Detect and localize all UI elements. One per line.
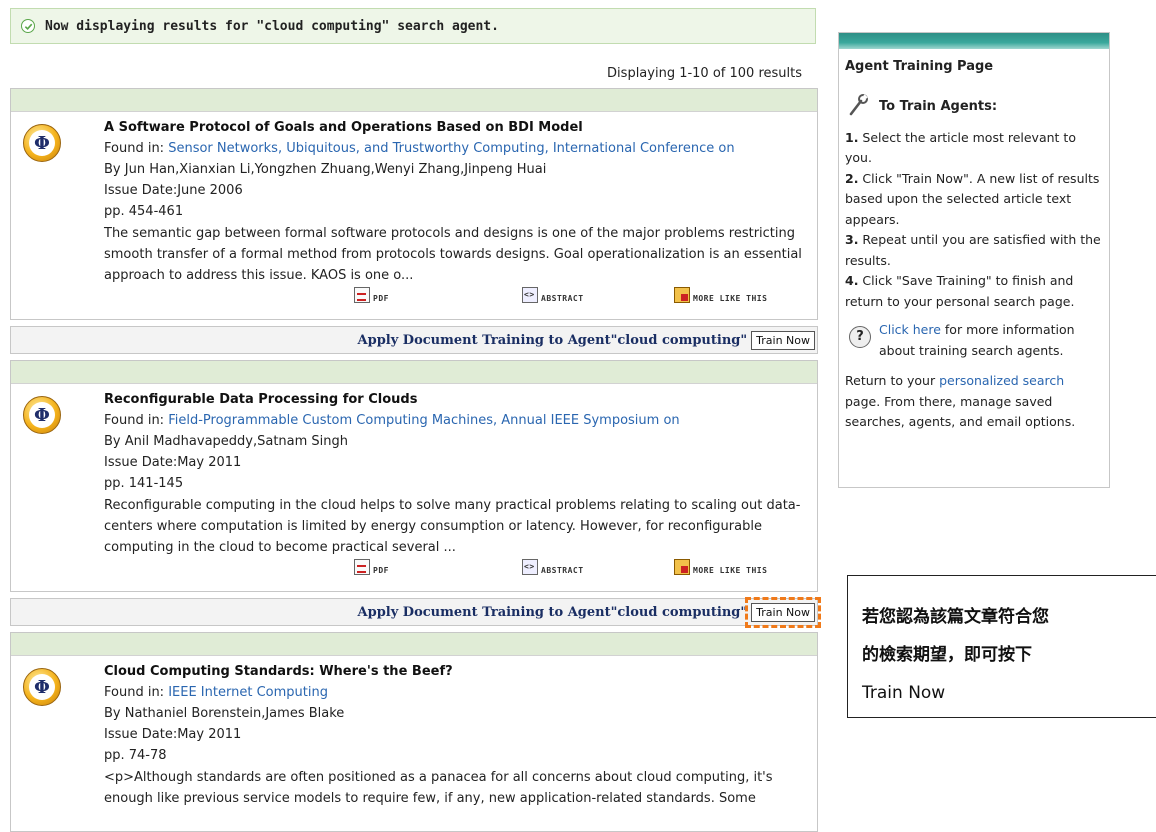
result-abstract: Reconfigurable computing in the cloud he… bbox=[104, 498, 801, 555]
more-like-this-button[interactable]: MORE LIKE THIS bbox=[674, 287, 767, 303]
wrench-icon bbox=[849, 93, 868, 115]
train-bar: Apply Document Training to Agent"cloud c… bbox=[10, 326, 818, 354]
more-like-this-icon bbox=[674, 287, 690, 303]
result-item: Φ Reconfigurable Data Processing for Clo… bbox=[10, 360, 818, 592]
result-abstract: <p>Although standards are often position… bbox=[104, 770, 773, 806]
result-title[interactable]: Cloud Computing Standards: Where's the B… bbox=[104, 664, 809, 679]
found-in-link[interactable]: IEEE Internet Computing bbox=[168, 685, 328, 700]
results-count: Displaying 1-10 of 100 results bbox=[607, 66, 802, 81]
panel-subtitle: To Train Agents: bbox=[879, 99, 998, 114]
result-authors: By Nathaniel Borenstein,James Blake bbox=[104, 706, 345, 721]
result-header-band bbox=[11, 633, 817, 656]
notice-text: Now displaying results for "cloud comput… bbox=[45, 18, 499, 34]
abstract-button[interactable]: ABSTRACT bbox=[522, 287, 584, 303]
agent-training-panel: Agent Training Page To Train Agents: 1. … bbox=[838, 32, 1110, 488]
train-now-button[interactable]: Train Now bbox=[745, 596, 821, 628]
return-text: Return to your personalized search page.… bbox=[845, 373, 1076, 429]
help-link[interactable]: Click here bbox=[879, 322, 941, 337]
personalized-search-link[interactable]: personalized search bbox=[939, 373, 1064, 388]
result-issue-date: Issue Date:June 2006 bbox=[104, 183, 243, 198]
result-authors: By Anil Madhavapeddy,Satnam Singh bbox=[104, 434, 349, 449]
result-title[interactable]: Reconfigurable Data Processing for Cloud… bbox=[104, 392, 809, 407]
more-like-this-button[interactable]: MORE LIKE THIS bbox=[674, 559, 767, 575]
result-authors: By Jun Han,Xianxian Li,Yongzhen Zhuang,W… bbox=[104, 162, 547, 177]
training-step: 3. Repeat until you are satisfied with t… bbox=[845, 232, 1101, 268]
annotation-line-1: 若您認為該篇文章符合您 bbox=[862, 607, 1049, 627]
pdf-icon bbox=[354, 559, 370, 575]
result-issue-date: Issue Date:May 2011 bbox=[104, 727, 242, 742]
pdf-icon bbox=[354, 287, 370, 303]
abstract-icon bbox=[522, 559, 538, 575]
panel-header-band bbox=[839, 33, 1109, 49]
notice-bar: Now displaying results for "cloud comput… bbox=[10, 8, 816, 44]
pdf-button[interactable]: PDF bbox=[354, 559, 389, 575]
training-step: 4. Click "Save Training" to finish and r… bbox=[845, 273, 1075, 309]
apply-training-label: Apply Document Training to Agent"cloud c… bbox=[357, 332, 748, 348]
checkmark-icon bbox=[21, 19, 35, 33]
more-like-this-icon bbox=[674, 559, 690, 575]
train-bar: Apply Document Training to Agent"cloud c… bbox=[10, 596, 821, 628]
found-in-label: Found in: bbox=[104, 685, 169, 700]
found-in-link[interactable]: Field-Programmable Custom Computing Mach… bbox=[168, 413, 679, 428]
publisher-logo-icon: Φ bbox=[23, 396, 61, 434]
training-step: 2. Click "Train Now". A new list of resu… bbox=[845, 170, 1100, 227]
results-column: Now displaying results for "cloud comput… bbox=[10, 0, 821, 832]
result-pages: pp. 141-145 bbox=[104, 476, 184, 491]
result-header-band bbox=[11, 89, 817, 112]
result-title[interactable]: A Software Protocol of Goals and Operati… bbox=[104, 120, 809, 135]
result-actions: PDF ABSTRACT MORE LIKE THIS bbox=[104, 286, 809, 308]
result-actions: PDF ABSTRACT MORE LIKE THIS bbox=[104, 558, 809, 580]
annotation-line-3: Train Now bbox=[862, 683, 946, 703]
result-issue-date: Issue Date:May 2011 bbox=[104, 455, 242, 470]
pdf-button[interactable]: PDF bbox=[354, 287, 389, 303]
annotation-callout: 若您認為該篇文章符合您 的檢索期望，即可按下 Train Now bbox=[847, 575, 1156, 718]
annotation-line-2: 的檢索期望，即可按下 bbox=[862, 645, 1032, 665]
publisher-logo-icon: Φ bbox=[23, 124, 61, 162]
abstract-icon bbox=[522, 287, 538, 303]
result-header-band bbox=[11, 361, 817, 384]
help-row: ? Click here for more information about … bbox=[845, 320, 1103, 361]
found-in-label: Found in: bbox=[104, 141, 169, 156]
found-in-label: Found in: bbox=[104, 413, 169, 428]
found-in-link[interactable]: Sensor Networks, Ubiquitous, and Trustwo… bbox=[168, 141, 734, 156]
train-now-button[interactable]: Train Now bbox=[751, 330, 815, 350]
result-abstract: The semantic gap between formal software… bbox=[104, 226, 802, 283]
result-pages: pp. 454-461 bbox=[104, 204, 184, 219]
apply-training-label: Apply Document Training to Agent"cloud c… bbox=[357, 604, 748, 620]
help-question-icon: ? bbox=[849, 326, 871, 348]
panel-title: Agent Training Page bbox=[845, 59, 994, 74]
abstract-button[interactable]: ABSTRACT bbox=[522, 559, 584, 575]
result-pages: pp. 74-78 bbox=[104, 748, 167, 763]
publisher-logo-icon: Φ bbox=[23, 668, 61, 706]
training-step: 1. Select the article most relevant to y… bbox=[845, 129, 1076, 166]
result-item: Φ Cloud Computing Standards: Where's the… bbox=[10, 632, 818, 832]
result-item: Φ A Software Protocol of Goals and Opera… bbox=[10, 88, 818, 320]
